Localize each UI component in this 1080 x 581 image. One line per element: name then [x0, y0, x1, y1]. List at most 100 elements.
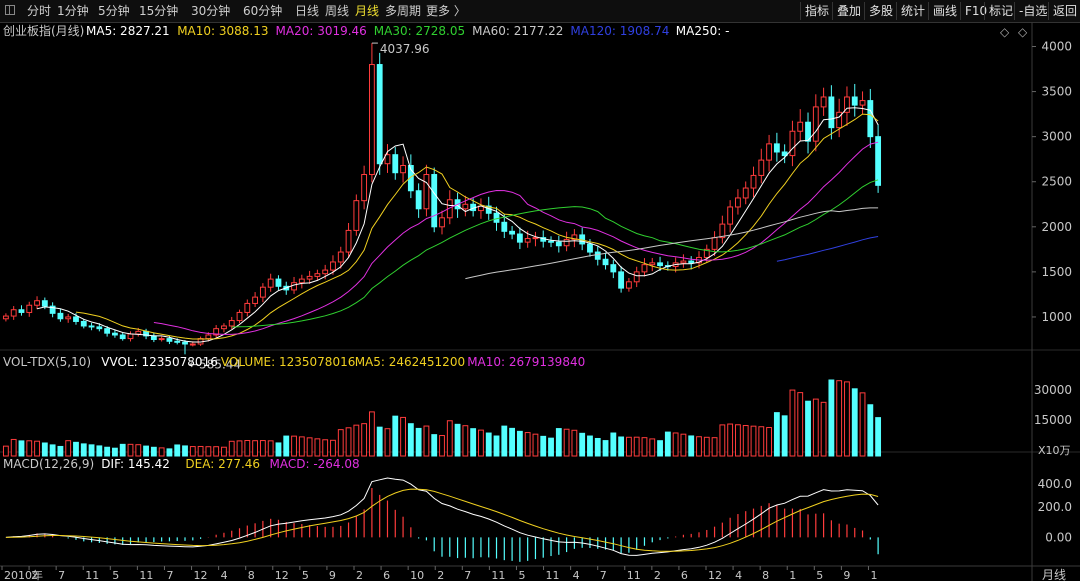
toolbar-button-2[interactable]: 多股: [864, 2, 897, 20]
period-tab-5[interactable]: 60分钟: [243, 3, 282, 19]
volume-bar: [867, 404, 874, 457]
candle: [618, 271, 625, 289]
volume-bar: [610, 432, 617, 457]
candle: [298, 278, 305, 284]
period-tab-9[interactable]: 多周期: [385, 3, 421, 19]
period-tab-8[interactable]: 月线: [355, 3, 379, 19]
toolbar-button-1[interactable]: 叠加: [832, 2, 865, 20]
candle: [462, 203, 469, 210]
volume-legend-4: MA10: 2679139840: [467, 355, 585, 369]
candle: [322, 269, 329, 275]
diamond-icon[interactable]: ◇: [1000, 25, 1010, 39]
candle: [127, 333, 134, 340]
volume-bar: [493, 435, 500, 457]
period-tab-4[interactable]: 30分钟: [191, 3, 230, 19]
volume-bar: [73, 441, 79, 457]
candle: [18, 309, 25, 313]
period-tab-2[interactable]: 5分钟: [98, 3, 130, 19]
panel-toggle-icon[interactable]: [5, 5, 15, 15]
volume-bar: [150, 446, 157, 457]
volume-bar: [158, 447, 165, 457]
volume-bar: [423, 425, 430, 457]
volume-bar: [773, 412, 780, 457]
volume-bar: [789, 389, 796, 457]
settings-icon[interactable]: ◇: [1018, 25, 1028, 39]
volume-bar: [392, 415, 399, 457]
volume-bar: [244, 440, 251, 457]
volume-bar: [143, 445, 149, 457]
candle: [501, 221, 508, 232]
volume-bar: [618, 436, 625, 457]
volume-bar: [509, 427, 516, 457]
period-tab-0[interactable]: 分时: [27, 3, 51, 19]
candle: [548, 240, 554, 243]
volume-bar: [797, 392, 804, 457]
price-panel-header: 创业板指(月线) MA5: 2827.21 MA10: 3088.13 MA20: …: [3, 23, 729, 38]
candle: [509, 230, 516, 235]
ma-legend-2: MA20: 3019.46: [276, 24, 367, 38]
volume-bar: [657, 440, 663, 457]
candle: [182, 341, 188, 345]
toolbar-button-7[interactable]: -自选: [1014, 2, 1051, 20]
x-tick-label: 12: [275, 569, 289, 581]
volume-bar: [602, 440, 609, 457]
candle: [376, 64, 383, 165]
volume-bar: [805, 400, 811, 457]
toolbar-button-4[interactable]: 画线: [928, 2, 961, 20]
volume-bar: [454, 423, 461, 457]
volume-bar: [649, 438, 656, 457]
volume-bar: [88, 444, 95, 457]
volume-bar: [548, 437, 554, 457]
volume-bar: [501, 425, 508, 457]
period-tab-1[interactable]: 1分钟: [57, 3, 89, 19]
x-tick-label: 10: [410, 569, 424, 581]
price-tick-label: 1500: [1041, 265, 1072, 279]
volume-bar: [812, 398, 819, 457]
volume-bar: [298, 436, 305, 457]
candle: [493, 212, 500, 223]
period-tab-7[interactable]: 周线: [325, 3, 349, 19]
volume-bar: [524, 432, 531, 457]
candle: [10, 309, 17, 317]
volume-bar: [182, 445, 188, 457]
volume-bar: [314, 438, 321, 457]
volume-bar: [112, 447, 118, 457]
volume-bar: [781, 415, 788, 457]
period-tab-10[interactable]: 更多 〉: [426, 3, 466, 19]
ma-legend-3: MA30: 2728.05: [374, 24, 465, 38]
toolbar-button-8[interactable]: 返回: [1048, 2, 1080, 20]
volume-bar: [851, 388, 858, 457]
volume-bar: [213, 446, 220, 457]
candle: [641, 264, 648, 273]
candle: [291, 282, 297, 291]
volume-bar: [625, 436, 632, 457]
x-tick-label: 4: [221, 569, 228, 581]
candle: [337, 251, 344, 263]
price-tick-label: 4000: [1041, 40, 1072, 54]
x-tick-label: 12: [194, 569, 208, 581]
toolbar-button-6[interactable]: 标记: [984, 2, 1017, 20]
volume-bar: [844, 381, 850, 457]
volume-tick-label: 30000: [1034, 383, 1072, 397]
volume-bar: [127, 443, 134, 457]
candle: [859, 100, 866, 106]
kline-chart[interactable]: 创业板指(月线) MA5: 2827.21 MA10: 3088.13 MA20: …: [0, 22, 1080, 581]
volume-bar: [10, 438, 17, 457]
macd-legend-0: MACD(12,26,9): [3, 457, 94, 471]
toolbar-button-0[interactable]: 指标: [800, 2, 833, 20]
toolbar-button-3[interactable]: 统计: [896, 2, 929, 20]
volume-bar: [283, 435, 290, 457]
candle: [41, 300, 48, 307]
candle: [252, 296, 259, 304]
macd-legend-2: DEA: 277.46: [185, 457, 260, 471]
candle: [26, 304, 33, 313]
candle: [267, 278, 274, 288]
candle: [773, 143, 780, 153]
period-tab-3[interactable]: 15分钟: [139, 3, 178, 19]
candle: [727, 206, 734, 225]
ma-legend-4: MA60: 2177.22: [472, 24, 563, 38]
period-tab-6[interactable]: 日线: [295, 3, 319, 19]
volume-bar: [415, 427, 422, 457]
volume-bar: [742, 425, 749, 457]
candle: [750, 174, 757, 189]
